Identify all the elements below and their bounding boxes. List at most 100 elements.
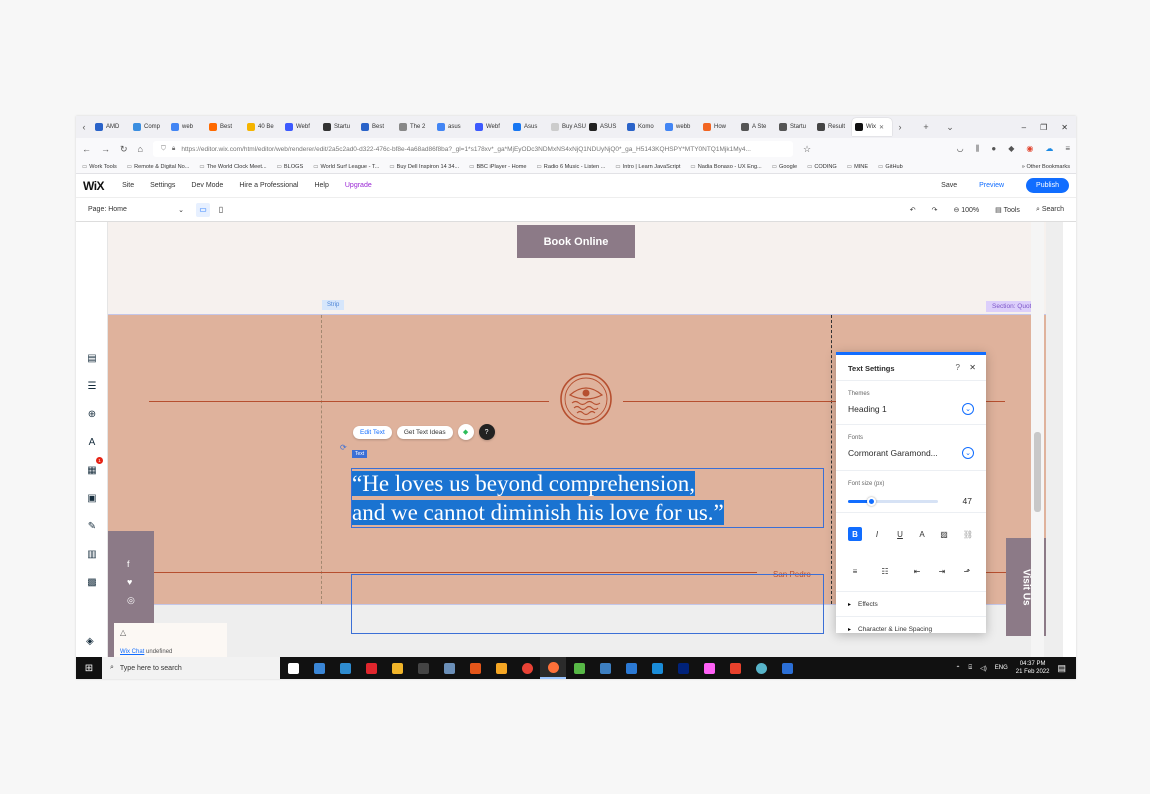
canvas-scrollbar[interactable]: [1031, 222, 1044, 657]
quote-text-frame[interactable]: “He loves us beyond comprehension, and w…: [351, 468, 824, 528]
add-elements-icon[interactable]: ⊕: [86, 408, 98, 420]
browser-tab[interactable]: Webf: [282, 118, 320, 136]
pages-menu-icon[interactable]: ▤: [86, 352, 98, 364]
tab-scroll-left-icon[interactable]: ‹: [76, 122, 92, 132]
bookmark-item[interactable]: Intro | Learn JavaScript: [615, 164, 681, 170]
tab-close-icon[interactable]: ✕: [879, 124, 884, 131]
wix-logo[interactable]: WiX: [83, 179, 105, 193]
browser-tab[interactable]: Startu: [320, 118, 358, 136]
chrome-icon[interactable]: [514, 657, 540, 679]
photoshop-icon[interactable]: [670, 657, 696, 679]
browser-tab[interactable]: Buy ASUS: [548, 118, 586, 136]
restore-icon[interactable]: ❐: [1040, 123, 1047, 132]
browser-tab[interactable]: Best: [206, 118, 244, 136]
save-button[interactable]: Save: [941, 182, 957, 189]
sublime-icon[interactable]: [488, 657, 514, 679]
publish-button[interactable]: Publish: [1026, 178, 1069, 193]
browser-tab[interactable]: web: [168, 118, 206, 136]
new-tab-icon[interactable]: +: [918, 122, 934, 132]
volume-icon[interactable]: ◁): [980, 665, 987, 672]
effects-row[interactable]: ▸ Effects: [836, 591, 986, 617]
filezilla-icon[interactable]: [722, 657, 748, 679]
terminal-icon[interactable]: [410, 657, 436, 679]
fonts-row[interactable]: Fonts Cormorant Garamond... ⌄: [836, 425, 986, 471]
vscode-icon[interactable]: [644, 657, 670, 679]
bookmark-item[interactable]: CODING: [807, 164, 836, 170]
redo-icon[interactable]: ↷: [932, 206, 938, 214]
menu-site[interactable]: Site: [122, 182, 134, 189]
home-icon[interactable]: ⌂: [138, 144, 143, 154]
browser-tab[interactable]: Best: [358, 118, 396, 136]
menu-icon[interactable]: ≡: [1065, 144, 1070, 154]
account-icon[interactable]: ●: [991, 144, 996, 154]
menu-upgrade[interactable]: Upgrade: [345, 182, 372, 189]
browser-tab[interactable]: Comp: [130, 118, 168, 136]
bookings-icon[interactable]: ▥: [86, 548, 98, 560]
git-icon[interactable]: [462, 657, 488, 679]
themes-row[interactable]: Themes Heading 1 ⌄: [836, 381, 986, 425]
themes-chevron-icon[interactable]: ⌄: [962, 403, 974, 415]
header-section[interactable]: Book Online: [108, 222, 1046, 314]
tools-button[interactable]: ▤ Tools: [995, 206, 1020, 214]
extension-icon[interactable]: ◆: [1008, 144, 1014, 154]
close-window-icon[interactable]: ✕: [1061, 123, 1068, 132]
bookmark-item[interactable]: BLOGS: [277, 164, 303, 170]
browser-tab[interactable]: webb: [662, 118, 700, 136]
desktop-view-icon[interactable]: ▭: [196, 202, 210, 217]
bookmark-item[interactable]: Remote & Digital No...: [127, 164, 189, 170]
taskbar-search[interactable]: ⌕ Type here to search: [102, 657, 280, 679]
bookmark-item[interactable]: Google: [772, 164, 797, 170]
instagram-icon[interactable]: ◎: [127, 595, 135, 606]
highlight-icon[interactable]: ▨: [937, 527, 951, 541]
zoom-control[interactable]: ⊖ 100%: [953, 206, 979, 214]
files-icon[interactable]: [618, 657, 644, 679]
rotate-handle-icon[interactable]: ⟳: [340, 443, 347, 452]
font-size-slider-handle[interactable]: [867, 497, 877, 506]
back-icon[interactable]: ←: [82, 144, 91, 154]
bookmark-item[interactable]: Work Tools: [82, 164, 116, 170]
menu-help[interactable]: Help: [314, 182, 328, 189]
edit-text-button[interactable]: Edit Text: [353, 425, 392, 439]
indent-increase-icon[interactable]: ⇥: [935, 564, 949, 578]
browser-tab[interactable]: How: [700, 118, 738, 136]
panel-close-icon[interactable]: ✕: [969, 363, 976, 372]
browser-tab[interactable]: ASUS: [586, 118, 624, 136]
font-size-slider[interactable]: [848, 497, 938, 506]
colorful-extension-icon[interactable]: ◉: [1026, 144, 1033, 154]
shield-icon[interactable]: ⛉: [161, 145, 166, 153]
preview-button[interactable]: Preview: [979, 182, 1004, 189]
menu-settings[interactable]: Settings: [150, 182, 175, 189]
bookmark-item[interactable]: Buy Dell Inspiron 14 34...: [389, 164, 460, 170]
windows-start-icon[interactable]: ⊞: [76, 663, 102, 674]
notifications-icon[interactable]: ▤: [1057, 663, 1066, 674]
xd-icon[interactable]: [696, 657, 722, 679]
opera-icon[interactable]: [358, 657, 384, 679]
media-icon[interactable]: ▣: [86, 492, 98, 504]
forward-icon[interactable]: →: [101, 144, 110, 154]
mobile-view-icon[interactable]: ▯: [214, 203, 228, 217]
bold-button[interactable]: B: [848, 527, 862, 541]
text-color-icon[interactable]: A: [915, 527, 929, 541]
file-explorer-icon[interactable]: [384, 657, 410, 679]
bullet-list-icon[interactable]: ☷: [878, 564, 892, 578]
library-icon[interactable]: ⫼: [976, 144, 980, 154]
spacing-row[interactable]: ▸ Character & Line Spacing: [836, 617, 986, 633]
other-bookmarks[interactable]: » Other Bookmarks: [1022, 164, 1070, 170]
animation-icon[interactable]: ◆: [457, 424, 474, 440]
browser-tab[interactable]: 40 Be: [244, 118, 282, 136]
wix-chat-widget[interactable]: △ Wix Chat undefined: [114, 623, 227, 657]
browser-tab[interactable]: Startu: [776, 118, 814, 136]
notepad-icon[interactable]: [566, 657, 592, 679]
book-online-button[interactable]: Book Online: [517, 225, 635, 258]
apps-icon[interactable]: ▦: [86, 464, 98, 476]
browser-tab[interactable]: A Ste: [738, 118, 776, 136]
edge-icon[interactable]: [306, 657, 332, 679]
browser-tab[interactable]: The 2: [396, 118, 434, 136]
tray-expand-icon[interactable]: ⌃: [956, 665, 961, 672]
minimize-icon[interactable]: –: [1022, 123, 1026, 132]
app3-icon[interactable]: [748, 657, 774, 679]
firefox-icon[interactable]: [540, 657, 566, 679]
reload-icon[interactable]: ↻: [120, 144, 128, 155]
store-icon[interactable]: ▩: [86, 576, 98, 588]
italic-button[interactable]: I: [870, 527, 884, 541]
